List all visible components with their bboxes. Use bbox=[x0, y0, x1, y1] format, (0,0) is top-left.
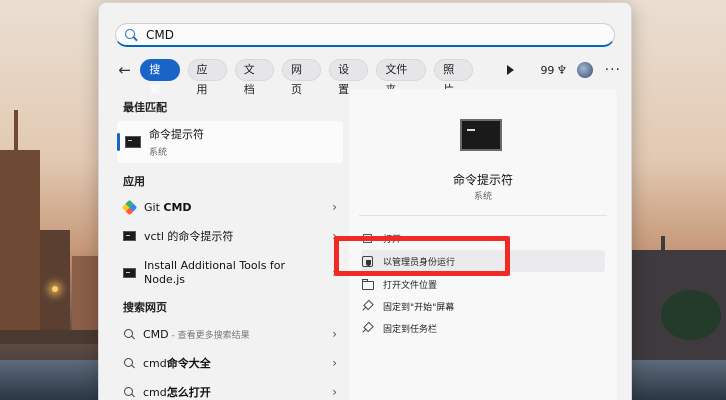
tower-spire bbox=[14, 110, 18, 154]
best-match-item[interactable]: 命令提示符 系统 bbox=[117, 121, 343, 163]
folder-icon bbox=[361, 278, 374, 290]
web-query: cmd bbox=[143, 386, 167, 399]
action-label: 固定到任务栏 bbox=[383, 324, 438, 335]
chevron-right-icon: › bbox=[332, 356, 337, 370]
app-name: Git bbox=[144, 200, 164, 214]
filter-tabs: ← 搜索 应用 文档 网页 设置 文件夹 照片 99 ♆ ··· bbox=[115, 57, 621, 96]
open-icon bbox=[361, 232, 373, 244]
river bbox=[631, 360, 726, 400]
list-item-node-tools[interactable]: Install Additional Tools for Node.js › bbox=[123, 259, 337, 287]
list-item-git-cmd[interactable]: Git CMD › bbox=[123, 199, 337, 215]
action-label: 打开 bbox=[383, 234, 402, 245]
tab-documents[interactable]: 文档 bbox=[234, 59, 274, 96]
action-open-file-location[interactable]: 打开文件位置 bbox=[361, 273, 605, 295]
action-label: 固定到"开始"屏幕 bbox=[383, 302, 455, 313]
app-name-line1: Install Additional Tools for bbox=[144, 259, 286, 272]
preview-title: 命令提示符 bbox=[452, 173, 513, 187]
apps-heading: 应用 bbox=[123, 175, 145, 188]
search-icon bbox=[123, 328, 135, 340]
building-silhouette bbox=[40, 230, 70, 330]
start-menu-panel: ← 搜索 应用 文档 网页 设置 文件夹 照片 99 ♆ ··· 最佳匹配 命令… bbox=[98, 2, 632, 400]
command-prompt-icon bbox=[123, 268, 136, 278]
more-options-icon[interactable]: ··· bbox=[605, 62, 621, 78]
list-item-web-cmd-open[interactable]: cmd怎么打开 › bbox=[123, 384, 337, 400]
tab-photos[interactable]: 照片 bbox=[434, 59, 474, 96]
command-prompt-icon bbox=[123, 231, 136, 241]
web-query: CMD bbox=[143, 327, 169, 341]
search-icon bbox=[123, 386, 135, 398]
app-name-line2: Node.js bbox=[144, 273, 185, 286]
web-query-match: 命令大全 bbox=[166, 357, 211, 370]
trophy-icon: ♆ bbox=[556, 63, 568, 77]
best-match-name: 命令提示符 bbox=[149, 128, 204, 141]
action-pin-to-start[interactable]: 固定到"开始"屏幕 bbox=[361, 295, 605, 317]
shield-admin-icon bbox=[361, 255, 373, 267]
wallpaper-left bbox=[0, 0, 100, 400]
building-silhouette bbox=[72, 256, 100, 336]
app-name: vctl 的命令提示符 bbox=[144, 230, 234, 243]
list-item-web-cmd[interactable]: CMD - 查看更多搜索结果 › bbox=[123, 326, 337, 342]
preview-pane: 命令提示符 系统 打开 以管理员身份运行 打开文件位置 固定到"开始"屏幕 固定… bbox=[349, 89, 617, 400]
chevron-right-icon: › bbox=[332, 266, 337, 280]
tree bbox=[661, 290, 721, 340]
search-input[interactable] bbox=[146, 27, 586, 42]
search-box[interactable] bbox=[115, 23, 615, 47]
list-item-vctl[interactable]: vctl 的命令提示符 › bbox=[123, 228, 337, 244]
pin-icon bbox=[361, 300, 373, 312]
tab-web[interactable]: 网页 bbox=[281, 59, 322, 96]
web-search-heading: 搜索网页 bbox=[123, 301, 167, 314]
tab-search[interactable]: 搜索 bbox=[140, 59, 180, 96]
chevron-right-icon: › bbox=[332, 327, 337, 341]
command-prompt-icon bbox=[460, 119, 502, 151]
divider bbox=[359, 215, 607, 216]
command-prompt-icon bbox=[125, 136, 141, 148]
rewards-points[interactable]: 99 ♆ bbox=[540, 63, 567, 77]
app-name-match: CMD bbox=[163, 200, 192, 214]
web-query: cmd bbox=[143, 357, 167, 370]
search-icon bbox=[123, 357, 135, 369]
play-icon[interactable] bbox=[507, 65, 515, 75]
web-query-match: 怎么打开 bbox=[166, 386, 211, 399]
tab-folders[interactable]: 文件夹 bbox=[376, 59, 427, 96]
wallpaper-right bbox=[631, 0, 726, 400]
web-query-hint: - 查看更多搜索结果 bbox=[168, 330, 250, 341]
tab-settings[interactable]: 设置 bbox=[329, 59, 369, 96]
git-icon bbox=[123, 201, 136, 214]
pin-icon bbox=[361, 322, 373, 334]
river bbox=[0, 360, 100, 400]
action-pin-to-taskbar[interactable]: 固定到任务栏 bbox=[361, 317, 605, 339]
action-label: 打开文件位置 bbox=[383, 280, 438, 291]
bridge bbox=[0, 330, 100, 344]
avatar[interactable] bbox=[577, 62, 593, 78]
street-lamp bbox=[52, 286, 58, 292]
chevron-right-icon: › bbox=[332, 385, 337, 399]
tab-apps[interactable]: 应用 bbox=[187, 59, 227, 96]
action-open[interactable]: 打开 bbox=[361, 227, 605, 249]
best-match-heading: 最佳匹配 bbox=[123, 101, 167, 114]
chevron-right-icon: › bbox=[332, 200, 337, 214]
chevron-right-icon: › bbox=[332, 229, 337, 243]
tower-silhouette bbox=[0, 150, 40, 330]
best-match-category: 系统 bbox=[149, 148, 168, 158]
tower-spire bbox=[661, 236, 665, 256]
back-arrow-icon[interactable]: ← bbox=[115, 60, 134, 80]
action-run-as-admin[interactable]: 以管理员身份运行 bbox=[361, 250, 605, 272]
points-value: 99 bbox=[540, 63, 555, 77]
preview-category: 系统 bbox=[473, 192, 492, 202]
search-icon bbox=[124, 28, 138, 42]
list-item-web-cmd-commands[interactable]: cmd命令大全 › bbox=[123, 355, 337, 371]
action-label: 以管理员身份运行 bbox=[383, 257, 456, 268]
